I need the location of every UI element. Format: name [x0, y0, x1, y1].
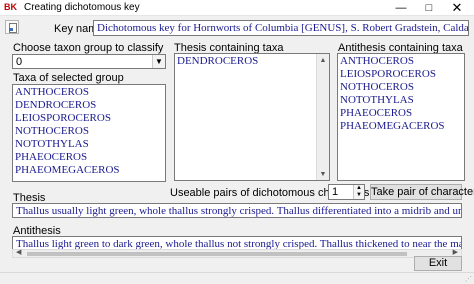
- taxon-group-label: Choose taxon group to classify: [13, 42, 164, 54]
- maximize-button[interactable]: □: [416, 0, 442, 16]
- antithesis-hscrollbar[interactable]: ◀ ▶: [12, 249, 462, 258]
- spin-down-icon[interactable]: ▼: [354, 192, 364, 199]
- pairs-spinner[interactable]: 1 ▲ ▼: [328, 184, 365, 200]
- scroll-thumb[interactable]: [27, 252, 407, 256]
- thesis-text-field[interactable]: Thallus usually light green, whole thall…: [12, 203, 462, 218]
- antithesis-taxa-list[interactable]: ANTHOCEROS LEIOSPOROCEROS NOTHOCEROS NOTOTH…: [337, 53, 465, 181]
- antithesis-text-field[interactable]: Thallus light green to dark green, whole…: [12, 236, 462, 250]
- taxa-group-item[interactable]: NOTHOCEROS: [15, 125, 163, 138]
- antithesis-taxa-item[interactable]: ANTHOCEROS: [340, 55, 462, 68]
- scroll-up-icon[interactable]: ▲: [317, 54, 329, 66]
- take-pair-button[interactable]: Take pair of characters: [370, 184, 474, 200]
- taxa-group-item[interactable]: NOTOTHYLAS: [15, 138, 163, 151]
- key-name-field[interactable]: Dichotomous key for Hornworts of Columbi…: [93, 20, 469, 36]
- antithesis-taxa-item[interactable]: PHAEOCEROS: [340, 107, 462, 120]
- new-document-icon[interactable]: [5, 20, 19, 34]
- taxa-group-label: Taxa of selected group: [13, 72, 124, 84]
- thesis-taxa-list[interactable]: DENDROCEROS ▲ ▼: [174, 53, 330, 181]
- scroll-right-icon[interactable]: ▶: [453, 248, 458, 256]
- antithesis-taxa-item[interactable]: NOTHOCEROS: [340, 81, 462, 94]
- taxon-group-value: 0: [16, 56, 23, 68]
- taxa-group-list[interactable]: ANTHOCEROS DENDROCEROS LEIOSPOROCEROS NOTHO…: [12, 84, 166, 182]
- taxon-group-select[interactable]: 0 ▼: [12, 54, 166, 69]
- antithesis-taxa-item[interactable]: LEIOSPOROCEROS: [340, 68, 462, 81]
- spinner-buttons[interactable]: ▲ ▼: [353, 185, 364, 199]
- minimize-button[interactable]: —: [388, 0, 414, 16]
- taxa-group-item[interactable]: ANTHOCEROS: [15, 86, 163, 99]
- taxa-group-item[interactable]: PHAEOMEGACEROS: [15, 164, 163, 177]
- taxa-group-item[interactable]: DENDROCEROS: [15, 99, 163, 112]
- spin-up-icon[interactable]: ▲: [354, 185, 364, 192]
- app-icon: BK: [4, 2, 17, 12]
- taxa-group-item[interactable]: PHAEOCEROS: [15, 151, 163, 164]
- close-button[interactable]: ✕: [444, 0, 470, 16]
- scroll-down-icon[interactable]: ▼: [317, 168, 329, 180]
- antithesis-taxa-item[interactable]: NOTOTHYLAS: [340, 94, 462, 107]
- window-title: Creating dichotomous key: [24, 2, 140, 13]
- antithesis-taxa-item[interactable]: PHAEOMEGACEROS: [340, 120, 462, 133]
- taxa-group-item[interactable]: LEIOSPOROCEROS: [15, 112, 163, 125]
- exit-button[interactable]: Exit: [414, 256, 462, 271]
- status-bar: [0, 272, 474, 284]
- thesis-taxa-item[interactable]: DENDROCEROS: [177, 55, 327, 68]
- scroll-left-icon[interactable]: ◀: [16, 248, 21, 256]
- thesis-scrollbar[interactable]: ▲ ▼: [316, 54, 329, 180]
- chevron-down-icon[interactable]: ▼: [152, 55, 165, 68]
- resize-grip-icon[interactable]: ⋰: [464, 275, 472, 283]
- pairs-value: 1: [332, 186, 339, 198]
